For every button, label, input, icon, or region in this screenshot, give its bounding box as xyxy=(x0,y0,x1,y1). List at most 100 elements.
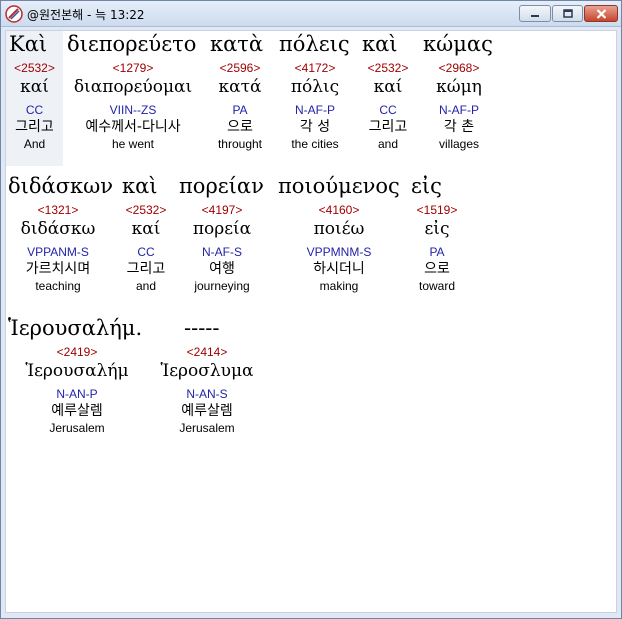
greek-word: καὶ xyxy=(362,32,398,56)
english-gloss: Jerusalem xyxy=(179,421,235,435)
greek-word: κατὰ xyxy=(210,32,264,56)
app-window: @원전본해 - 늑 13:22 Καὶ <2532> καί CC 그리고 An… xyxy=(0,0,622,619)
word-unit[interactable]: Καὶ <2532> καί CC 그리고 And xyxy=(6,31,63,166)
english-gloss: and xyxy=(135,279,157,293)
morph-code[interactable]: CC xyxy=(6,102,63,118)
lemma: κατά xyxy=(218,77,262,97)
strong-number[interactable]: <4197> xyxy=(179,202,265,218)
word-unit[interactable]: Ἱερουσαλήμ. <2419> Ἱερουσαλήμ N-AN-P 예루살… xyxy=(8,315,146,436)
word-unit[interactable]: ----- <2414> Ἱεροσλυμα N-AN-S 예루살렘 Jerus… xyxy=(152,315,262,436)
minimize-icon xyxy=(531,14,539,17)
greek-word: πορείαν xyxy=(179,174,264,198)
strong-number[interactable]: <1279> xyxy=(67,60,199,76)
greek-word: Καὶ xyxy=(9,32,48,56)
maximize-icon xyxy=(562,9,573,18)
greek-word: κώμας xyxy=(423,32,493,56)
lemma: πορεία xyxy=(192,219,252,239)
lemma: Ἱερουσαλήμ xyxy=(25,361,129,381)
minimize-button[interactable] xyxy=(519,5,551,22)
english-gloss: making xyxy=(319,279,359,293)
word-unit[interactable]: κώμας <2968> κώμη N-AF-P 각 촌 villages xyxy=(423,31,495,152)
close-icon xyxy=(596,8,606,19)
morph-code[interactable]: N-AF-P xyxy=(423,102,495,118)
greek-word: ποιούμενος xyxy=(278,174,400,198)
strong-number[interactable]: <2532> xyxy=(6,60,63,76)
bible-app-icon[interactable] xyxy=(5,5,23,23)
korean-gloss: 각 촌 xyxy=(443,119,475,135)
korean-gloss: 으로 xyxy=(424,261,450,277)
korean-gloss: 예수께서-다니사 xyxy=(85,119,181,135)
greek-word: διεπορεύετο xyxy=(67,32,197,56)
morph-code[interactable]: CC xyxy=(362,102,414,118)
korean-gloss: 가르치시며 xyxy=(25,261,91,277)
english-gloss: villages xyxy=(438,137,480,151)
english-gloss: he went xyxy=(111,137,155,151)
morph-code[interactable]: VIIN--ZS xyxy=(67,102,199,118)
strong-number[interactable]: <1519> xyxy=(411,202,463,218)
word-unit[interactable]: πορείαν <4197> πορεία N-AF-S 여행 journeyi… xyxy=(179,173,265,294)
word-unit[interactable]: πόλεις <4172> πόλις N-AF-P 각 성 the citie… xyxy=(279,31,351,152)
greek-word: πόλεις xyxy=(279,32,350,56)
english-gloss: throught xyxy=(217,137,263,151)
strong-number[interactable]: <4172> xyxy=(279,60,351,76)
lemma: πόλις xyxy=(290,77,340,97)
word-unit[interactable]: ποιούμενος <4160> ποιέω VPPMNM-S 하시더니 ma… xyxy=(278,173,400,294)
morph-code[interactable]: PA xyxy=(210,102,270,118)
word-unit[interactable]: διεπορεύετο <1279> διαπορεύομαι VIIN--ZS… xyxy=(67,31,199,152)
korean-gloss: 예루살렘 xyxy=(181,403,233,419)
morph-code[interactable]: VPPMNM-S xyxy=(278,244,400,260)
strong-number[interactable]: <2532> xyxy=(362,60,414,76)
korean-gloss: 여행 xyxy=(209,261,235,277)
word-unit[interactable]: διδάσκων <1321> διδάσκω VPPANM-S 가르치시며 t… xyxy=(8,173,114,294)
greek-word: ----- xyxy=(184,316,220,340)
english-gloss: toward xyxy=(418,279,456,293)
greek-word: εἰς xyxy=(411,174,442,198)
korean-gloss: 예루살렘 xyxy=(51,403,103,419)
english-gloss: and xyxy=(377,137,399,151)
window-title: @원전본해 - 늑 13:22 xyxy=(27,8,145,22)
lemma: διδάσκω xyxy=(20,219,96,239)
korean-gloss: 그리고 xyxy=(126,261,166,277)
morph-code[interactable]: N-AN-P xyxy=(8,386,146,402)
morph-code[interactable]: N-AN-S xyxy=(152,386,262,402)
greek-word: καὶ xyxy=(122,174,158,198)
korean-gloss: 으로 xyxy=(227,119,253,135)
maximize-button[interactable] xyxy=(552,5,583,22)
interlinear-view: Καὶ <2532> καί CC 그리고 And διεπορεύετο <1… xyxy=(5,30,617,613)
word-unit[interactable]: καὶ <2532> καί CC 그리고 and xyxy=(362,31,414,152)
close-button[interactable] xyxy=(584,5,618,22)
morph-code[interactable]: CC xyxy=(122,244,170,260)
morph-code[interactable]: VPPANM-S xyxy=(8,244,108,260)
word-unit[interactable]: καὶ <2532> καί CC 그리고 and xyxy=(122,173,170,294)
greek-word: Ἱερουσαλήμ. xyxy=(8,316,143,340)
morph-code[interactable]: PA xyxy=(411,244,463,260)
english-gloss: Jerusalem xyxy=(49,421,105,435)
korean-gloss: 그리고 xyxy=(15,119,54,135)
strong-number[interactable]: <2414> xyxy=(152,344,262,360)
word-unit[interactable]: εἰς <1519> εἰς PA 으로 toward xyxy=(411,173,463,294)
english-gloss: journeying xyxy=(194,279,250,293)
english-gloss: teaching xyxy=(35,279,81,293)
lemma: ποιέω xyxy=(313,219,365,239)
lemma: καί xyxy=(20,77,49,97)
morph-code[interactable]: N-AF-P xyxy=(279,102,351,118)
strong-number[interactable]: <2968> xyxy=(423,60,495,76)
strong-number[interactable]: <2532> xyxy=(122,202,170,218)
lemma: καί xyxy=(131,219,161,239)
word-unit[interactable]: κατὰ <2596> κατά PA 으로 throught xyxy=(210,31,270,152)
english-gloss: the cities xyxy=(291,137,339,151)
strong-number[interactable]: <1321> xyxy=(8,202,108,218)
lemma: καί xyxy=(373,77,403,97)
strong-number[interactable]: <2419> xyxy=(8,344,146,360)
lemma: κώμη xyxy=(436,77,482,97)
strong-number[interactable]: <2596> xyxy=(210,60,270,76)
korean-gloss: 그리고 xyxy=(368,119,408,135)
lemma: Ἱεροσλυμα xyxy=(160,361,254,381)
lemma: εἰς xyxy=(424,219,450,239)
greek-word: διδάσκων xyxy=(8,174,114,198)
lemma: διαπορεύομαι xyxy=(73,77,193,97)
english-gloss: And xyxy=(23,137,46,151)
morph-code[interactable]: N-AF-S xyxy=(179,244,265,260)
strong-number[interactable]: <4160> xyxy=(278,202,400,218)
title-bar[interactable]: @원전본해 - 늑 13:22 xyxy=(1,1,621,27)
